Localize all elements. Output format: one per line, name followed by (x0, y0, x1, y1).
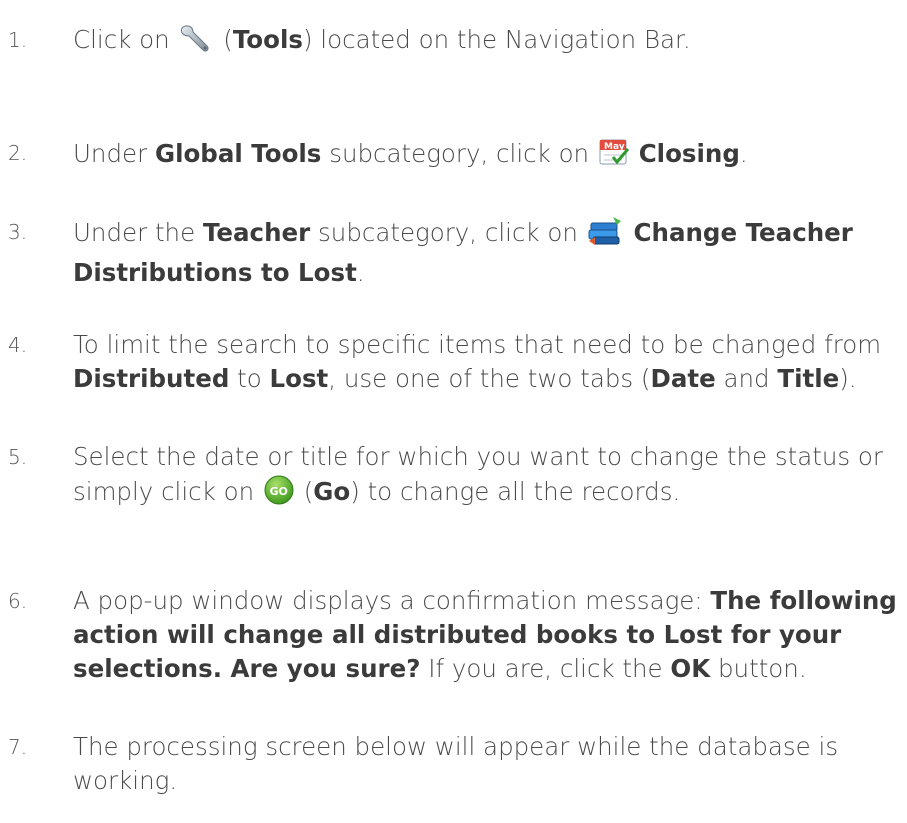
step-text: The processing screen below will appear … (73, 732, 839, 795)
step-text: Under Global Tools subcategory, click on… (73, 136, 903, 177)
step-number: 7. (8, 735, 28, 759)
step-text: Select the date or title for which you w… (73, 440, 903, 515)
step-number: 2. (8, 141, 28, 165)
step-number: 6. (8, 589, 28, 613)
go-icon: GO (263, 474, 295, 515)
svg-text:May: May (604, 142, 625, 152)
step-text: Under the Teacher subcategory, click on … (73, 215, 903, 290)
may-calendar-icon: May (598, 136, 630, 177)
svg-text:GO: GO (269, 485, 287, 498)
step-number: 1. (8, 28, 28, 52)
step-text: A pop-up window displays a confirmation … (73, 586, 897, 683)
step-text: To limit the search to specific items th… (73, 330, 882, 393)
step-text: Click on (Tools) located on the Navigati… (73, 23, 903, 63)
step-number: 3. (8, 220, 28, 244)
step-number: 4. (8, 333, 28, 357)
books-exchange-icon (587, 215, 625, 256)
wrench-icon (178, 24, 214, 63)
step-number: 5. (8, 445, 28, 469)
